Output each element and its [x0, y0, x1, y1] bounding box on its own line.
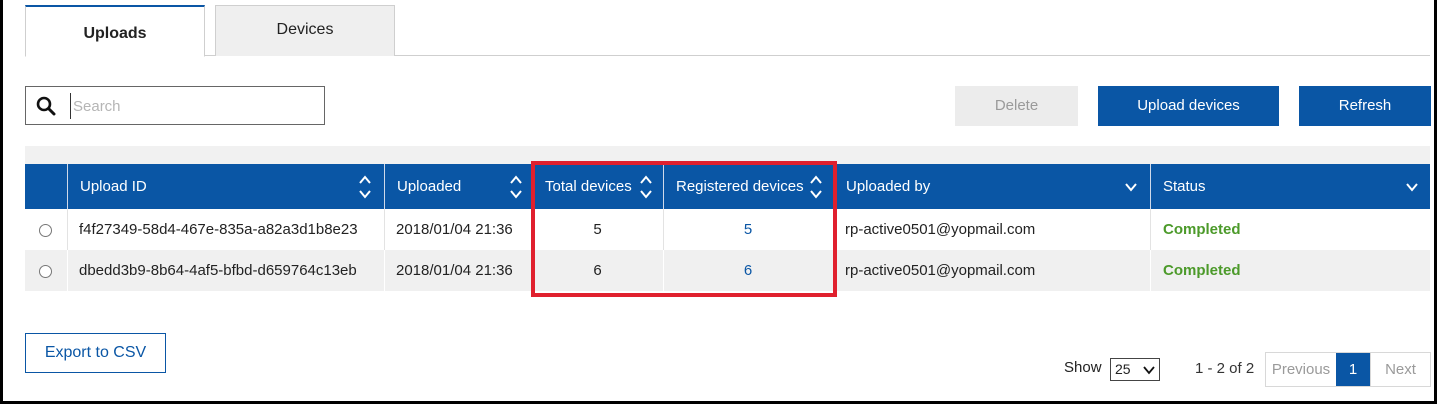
cell-divider	[1150, 209, 1151, 250]
sort-icon[interactable]	[358, 173, 372, 201]
column-label: Status	[1163, 178, 1206, 195]
current-page-button[interactable]: 1	[1336, 353, 1370, 386]
cell-uploaded-by: rp-active0501@yopmail.com	[845, 262, 1036, 279]
select-column-header	[25, 164, 67, 209]
search-box	[25, 86, 325, 125]
tab-uploads[interactable]: Uploads	[25, 5, 205, 57]
cell-uploaded: 2018/01/04 21:36	[396, 262, 513, 279]
cell-uploaded-by: rp-active0501@yopmail.com	[845, 221, 1036, 238]
pagination-range: 1 - 2 of 2	[1195, 360, 1255, 377]
export-csv-button[interactable]: Export to CSV	[25, 333, 166, 373]
delete-button[interactable]: Delete	[955, 86, 1078, 126]
page-size-label: Show	[1064, 359, 1102, 376]
cell-upload-id: dbedd3b9-8b64-4af5-bfbd-d659764c13eb	[79, 262, 357, 279]
page-size-value: 25	[1115, 361, 1131, 377]
highlight-box	[531, 161, 837, 297]
row-select-radio[interactable]	[39, 265, 52, 278]
row-select-radio[interactable]	[39, 224, 52, 237]
status-badge: Completed	[1163, 262, 1241, 279]
next-page-button[interactable]: Next	[1370, 353, 1430, 386]
search-input[interactable]	[70, 93, 315, 119]
tab-devices[interactable]: Devices	[215, 5, 395, 56]
chevron-down-icon[interactable]	[1405, 180, 1419, 194]
column-header-upload-id[interactable]: Upload ID	[67, 164, 384, 209]
cell-divider	[384, 250, 385, 291]
search-icon	[36, 96, 56, 116]
cell-divider	[1150, 250, 1151, 291]
page-size-select[interactable]: 25	[1110, 358, 1160, 381]
cell-divider	[67, 209, 68, 250]
column-label: Uploaded	[397, 178, 462, 195]
column-label: Uploaded by	[846, 178, 931, 195]
column-label: Upload ID	[80, 178, 147, 195]
tab-bar: Uploads Devices	[25, 5, 1430, 57]
cell-divider	[67, 250, 68, 291]
upload-devices-button[interactable]: Upload devices	[1098, 86, 1279, 126]
cell-upload-id: f4f27349-58d4-467e-835a-a82a3d1b8e23	[79, 221, 358, 238]
chevron-down-icon[interactable]	[1124, 180, 1138, 194]
pagination: Previous 1 Next	[1265, 352, 1431, 387]
column-header-uploaded[interactable]: Uploaded	[384, 164, 532, 209]
previous-page-button[interactable]: Previous	[1266, 353, 1336, 386]
column-header-uploaded-by[interactable]: Uploaded by	[833, 164, 1150, 209]
chevron-down-icon	[1143, 366, 1155, 375]
status-badge: Completed	[1163, 221, 1241, 238]
cell-uploaded: 2018/01/04 21:36	[396, 221, 513, 238]
cell-divider	[384, 209, 385, 250]
column-header-status[interactable]: Status	[1150, 164, 1430, 209]
refresh-button[interactable]: Refresh	[1299, 86, 1431, 126]
sort-icon[interactable]	[509, 173, 523, 201]
